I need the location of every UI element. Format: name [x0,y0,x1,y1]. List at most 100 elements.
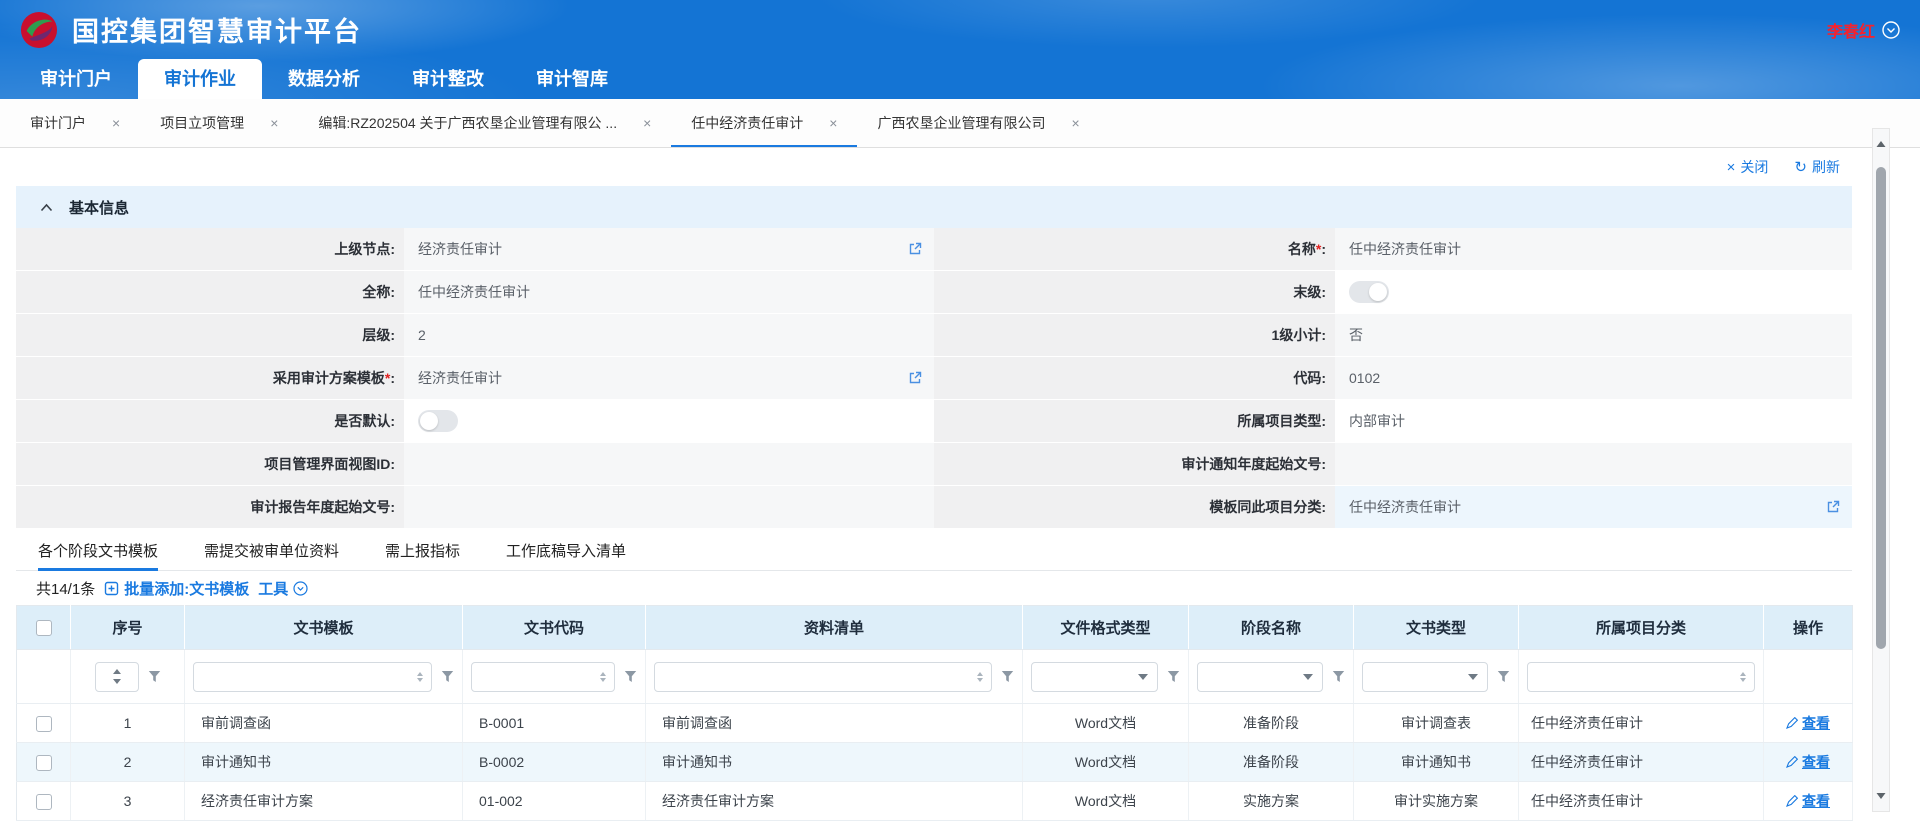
stage-filter-select[interactable] [1197,662,1323,692]
field-value-full-name[interactable]: 任中经济责任审计 [404,271,934,314]
field-value-report-start-no[interactable] [404,486,934,529]
default-toggle[interactable] [418,410,458,432]
user-menu[interactable]: 李春红 [1827,18,1900,42]
scrollbar-thumb[interactable] [1876,167,1886,649]
close-icon[interactable]: × [270,115,278,131]
field-value-is-default [404,400,934,443]
header-select-all [17,606,71,650]
filter-funnel-icon[interactable] [1001,670,1014,683]
page-actions: × 关闭 ↻ 刷新 [16,148,1852,186]
tab-report-indicators[interactable]: 需上报指标 [385,535,460,571]
filter-code-cell [463,650,646,704]
col-header-format: 文件格式类型 [1023,606,1189,650]
field-value-plan-template[interactable]: 经济责任审计 [404,357,934,400]
category-filter-input[interactable] [1527,662,1755,692]
tab-workpaper-import[interactable]: 工作底稿导入清单 [506,535,626,571]
app-header: 国控集团智慧审计平台 李春红 审计门户 审计作业 数据分析 审计整改 审计智库 [0,0,1920,99]
field-value-code[interactable]: 0102 [1335,357,1852,400]
filter-doc-type-cell [1354,650,1519,704]
close-page-button[interactable]: × 关闭 [1727,157,1769,177]
filter-funnel-icon[interactable] [1332,670,1345,683]
checklist-filter-input[interactable] [654,662,992,692]
filter-funnel-icon[interactable] [441,670,454,683]
batch-add-label: 批量添加:文书模板 [124,578,249,599]
row-checkbox[interactable] [36,755,52,771]
tab-stage-doc-templates[interactable]: 各个阶段文书模板 [38,535,158,571]
col-header-action: 操作 [1764,606,1853,650]
refresh-page-button[interactable]: ↻ 刷新 [1794,157,1840,177]
cell-stage: 实施方案 [1189,782,1354,821]
filter-funnel-icon[interactable] [1167,670,1180,683]
doc-tab-edit-rz202504[interactable]: 编辑:RZ202504 关于广西农垦企业管理有限公 ... × [298,99,671,147]
doc-tab-mid-term-audit[interactable]: 任中经济责任审计 × [671,99,857,147]
filter-funnel-icon[interactable] [624,670,637,683]
nav-item-audit-work[interactable]: 审计作业 [138,59,262,99]
field-value-name[interactable]: 任中经济责任审计 [1335,228,1852,271]
doc-type-filter-select[interactable] [1362,662,1488,692]
batch-add-button[interactable]: 批量添加:文书模板 [104,578,249,599]
table-row: 3 经济责任审计方案 01-002 经济责任审计方案 Word文档 实施方案 审… [17,782,1853,821]
doc-tab-project-setup[interactable]: 项目立项管理 × [140,99,298,147]
col-header-seq: 序号 [71,606,185,650]
cell-template: 经济责任审计方案 [185,782,463,821]
nav-item-audit-library[interactable]: 审计智库 [510,59,634,99]
field-label-is-default: 是否默认*: [16,400,404,443]
field-value-level[interactable]: 2 [404,314,934,357]
field-value-template-category[interactable]: 任中经济责任审计 [1335,486,1852,529]
leaf-toggle[interactable] [1349,281,1389,303]
tools-button[interactable]: 工具 [258,578,308,599]
vertical-scrollbar[interactable] [1872,128,1890,812]
doc-tab-label: 广西农垦企业管理有限公司 [877,113,1045,133]
scroll-up-arrow-icon[interactable] [1873,135,1889,153]
nav-item-audit-rectify[interactable]: 审计整改 [386,59,510,99]
external-link-icon[interactable] [908,242,922,256]
close-label: 关闭 [1740,157,1768,177]
view-button[interactable]: 查看 [1786,752,1830,772]
external-link-icon[interactable] [908,371,922,385]
nav-item-data-analysis[interactable]: 数据分析 [262,59,386,99]
field-value-level1-subtotal[interactable]: 否 [1335,314,1852,357]
cell-stage: 准备阶段 [1189,743,1354,782]
field-label-parent-node: 上级节点*: [16,228,404,271]
edit-pencil-icon [1786,717,1798,729]
field-value-project-type[interactable]: 内部审计 [1335,400,1852,443]
field-label-view-id: 项目管理界面视图ID*: [16,443,404,486]
cell-category: 任中经济责任审计 [1519,782,1764,821]
doc-tab-label: 审计门户 [30,113,86,133]
field-value-parent-node[interactable]: 经济责任审计 [404,228,934,271]
field-value-notice-start-no[interactable] [1335,443,1852,486]
select-all-checkbox[interactable] [36,620,52,636]
code-filter-input[interactable] [471,662,615,692]
filter-row [17,650,1853,704]
close-icon[interactable]: × [829,115,837,131]
seq-number-spinner[interactable] [95,662,139,692]
row-checkbox[interactable] [36,794,52,810]
view-button[interactable]: 查看 [1786,713,1830,733]
chevron-down-icon[interactable] [1882,21,1900,39]
scroll-down-arrow-icon[interactable] [1873,787,1889,805]
close-icon[interactable]: × [112,115,120,131]
tab-auditee-materials[interactable]: 需提交被审单位资料 [204,535,339,571]
close-icon[interactable]: × [1071,115,1079,131]
cell-format: Word文档 [1023,782,1189,821]
filter-template-cell [185,650,463,704]
format-filter-select[interactable] [1031,662,1158,692]
table-row: 1 审前调查函 B-0001 审前调查函 Word文档 准备阶段 审计调查表 任… [17,704,1853,743]
nav-item-audit-portal[interactable]: 审计门户 [14,59,138,99]
filter-funnel-icon[interactable] [148,670,161,683]
field-label-notice-start-no: 审计通知年度起始文号*: [934,443,1335,486]
field-value-leaf [1335,271,1852,314]
template-filter-input[interactable] [193,662,432,692]
field-label-name: 名称*: [934,228,1335,271]
doc-tab-audit-portal[interactable]: 审计门户 × [10,99,140,147]
basic-info-section-header[interactable]: 基本信息 [16,186,1852,228]
close-icon[interactable]: × [643,115,651,131]
external-link-icon[interactable] [1826,500,1840,514]
tools-label: 工具 [258,578,288,599]
cell-checklist: 经济责任审计方案 [646,782,1023,821]
view-button[interactable]: 查看 [1786,791,1830,811]
row-checkbox[interactable] [36,716,52,732]
doc-tab-guangxi-company[interactable]: 广西农垦企业管理有限公司 × [857,99,1099,147]
filter-funnel-icon[interactable] [1497,670,1510,683]
field-value-view-id[interactable] [404,443,934,486]
